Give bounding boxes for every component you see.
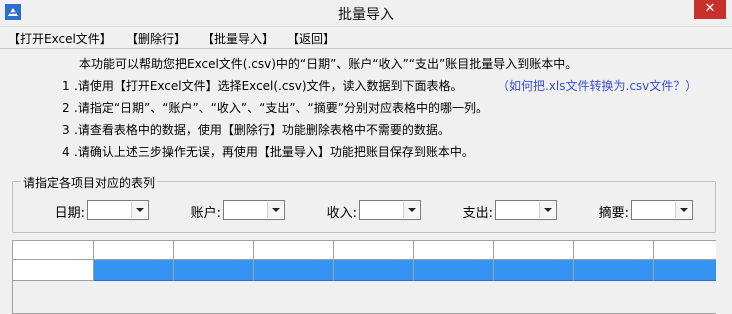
table-row[interactable]	[13, 260, 716, 281]
convert-help-link[interactable]: （如何把.xls文件转换为.csv文件？）	[497, 77, 697, 94]
grid-cell[interactable]	[174, 260, 254, 281]
chevron-down-icon[interactable]	[403, 202, 419, 218]
step-4: 4 .请确认上述三步操作无误，再使用【批量导入】功能把账目保存到账本中。	[62, 145, 474, 159]
grid-cell[interactable]	[334, 260, 414, 281]
account-label: 账户:	[190, 206, 221, 221]
menu-bar: 【打开Excel文件】 【删除行】 【批量导入】 【返回】	[0, 27, 732, 49]
income-column-select[interactable]	[359, 200, 421, 220]
close-button[interactable]: ✕	[694, 0, 726, 19]
account-column-select[interactable]	[223, 200, 285, 220]
title-bar: 批量导入 ✕	[0, 0, 732, 27]
chevron-down-icon[interactable]	[539, 202, 555, 218]
grid-header-row	[13, 241, 716, 260]
grid-header-cell[interactable]	[414, 241, 494, 259]
grid-cell[interactable]	[94, 260, 174, 281]
grid-cell[interactable]	[494, 260, 574, 281]
chevron-down-icon[interactable]	[675, 202, 691, 218]
grid-header-cell[interactable]	[174, 241, 254, 259]
expense-label: 支出:	[462, 206, 493, 221]
menu-delete-row[interactable]: 【删除行】	[126, 30, 186, 47]
menu-return[interactable]: 【返回】	[287, 30, 335, 47]
date-column-select[interactable]	[87, 200, 149, 220]
main-panel: 本功能可以帮助您把Excel文件(.csv)中的“日期”、账户“收入”“支出”账…	[0, 49, 732, 314]
summary-label: 摘要:	[598, 206, 629, 221]
grid-header-cell[interactable]	[574, 241, 654, 259]
grid-header-cell[interactable]	[94, 241, 174, 259]
income-label: 收入:	[326, 206, 357, 221]
grid-header-cell[interactable]	[654, 241, 716, 259]
intro-text: 本功能可以帮助您把Excel文件(.csv)中的“日期”、账户“收入”“支出”账…	[79, 57, 578, 71]
step-2: 2 .请指定“日期”、“账户”、“收入”、“支出”、“摘要”分别对应表格中的哪一列…	[62, 101, 488, 115]
grid-cell[interactable]	[254, 260, 334, 281]
grid-cell[interactable]	[654, 260, 716, 281]
menu-batch-import[interactable]: 【批量导入】	[202, 30, 274, 47]
grid-header-cell[interactable]	[254, 241, 334, 259]
grid-cell[interactable]	[574, 260, 654, 281]
column-mapping-group: 请指定各项目对应的表列 日期: 账户: 收入: 支出: 摘要:	[12, 174, 716, 233]
summary-column-select[interactable]	[631, 200, 693, 220]
grid-header-cell[interactable]	[13, 241, 94, 259]
window-title: 批量导入	[338, 7, 394, 23]
date-label: 日期:	[54, 206, 85, 221]
grid-header-cell[interactable]	[334, 241, 414, 259]
step-3: 3 .请查看表格中的数据，使用【删除行】功能删除表格中不需要的数据。	[62, 123, 450, 137]
chevron-down-icon[interactable]	[131, 202, 147, 218]
expense-column-select[interactable]	[495, 200, 557, 220]
grid-cell[interactable]	[414, 260, 494, 281]
grid-header-cell[interactable]	[494, 241, 574, 259]
menu-open-excel[interactable]: 【打开Excel文件】	[8, 30, 112, 47]
chevron-down-icon[interactable]	[267, 202, 283, 218]
row-header-cell[interactable]	[13, 260, 94, 281]
step-1: 1 .请使用【打开Excel文件】选择Excel(.csv)文件，读入数据到下面表…	[62, 79, 463, 93]
data-grid[interactable]	[12, 240, 716, 314]
group-legend: 请指定各项目对应的表列	[21, 174, 158, 191]
